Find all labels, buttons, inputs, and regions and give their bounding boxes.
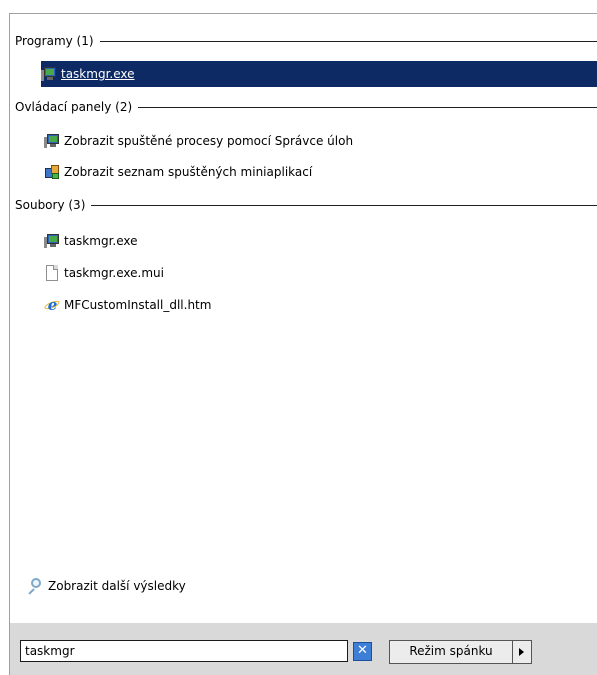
result-item-taskmgr-file[interactable]: taskmgr.exe <box>44 228 138 254</box>
result-item-show-gadgets[interactable]: Zobrazit seznam spuštěných miniaplikací <box>44 159 312 185</box>
result-item-label: taskmgr.exe <box>61 67 135 81</box>
sleep-button[interactable]: Režim spánku <box>389 640 513 664</box>
result-item-label: taskmgr.exe.mui <box>64 266 164 280</box>
task-manager-icon <box>44 233 60 249</box>
blank-file-icon <box>44 265 60 281</box>
divider <box>99 41 597 42</box>
group-header-control-panel: Ovládací panely (2) <box>15 98 597 116</box>
search-results-panel: Programy (1) taskmgr.exe Ovládací panely… <box>9 13 597 623</box>
result-item-taskmgr-mui[interactable]: taskmgr.exe.mui <box>44 260 164 286</box>
internet-explorer-icon: e <box>43 297 61 313</box>
search-input[interactable] <box>20 640 348 662</box>
show-more-results-label: Zobrazit další výsledky <box>48 579 186 593</box>
group-header-label: Soubory (3) <box>15 198 86 212</box>
result-item-label: Zobrazit seznam spuštěných miniaplikací <box>64 165 313 179</box>
bottom-bar: ✕ Režim spánku <box>9 623 597 675</box>
result-item-taskmgr-program[interactable]: taskmgr.exe <box>41 61 597 87</box>
group-header-programs: Programy (1) <box>15 32 597 50</box>
divider <box>91 205 597 206</box>
result-item-mfcustominstall[interactable]: e MFCustomInstall_dll.htm <box>43 292 212 318</box>
group-header-label: Programy (1) <box>15 34 94 48</box>
task-manager-icon <box>44 133 60 149</box>
group-header-files: Soubory (3) <box>15 196 597 214</box>
result-item-label: taskmgr.exe <box>64 234 138 248</box>
search-icon <box>26 577 44 595</box>
result-item-label: Zobrazit spuštěné procesy pomocí Správce… <box>64 134 354 148</box>
task-manager-icon <box>41 66 57 82</box>
divider <box>138 107 597 108</box>
gadgets-icon <box>44 164 60 180</box>
result-item-show-processes[interactable]: Zobrazit spuštěné procesy pomocí Správce… <box>44 128 353 154</box>
group-header-label: Ovládací panely (2) <box>15 100 133 114</box>
clear-icon[interactable]: ✕ <box>353 642 372 661</box>
show-more-results-link[interactable]: Zobrazit další výsledky <box>26 577 186 595</box>
arrow-right-icon <box>519 648 524 656</box>
power-options-arrow-button[interactable] <box>513 640 532 664</box>
result-item-label: MFCustomInstall_dll.htm <box>64 298 212 312</box>
